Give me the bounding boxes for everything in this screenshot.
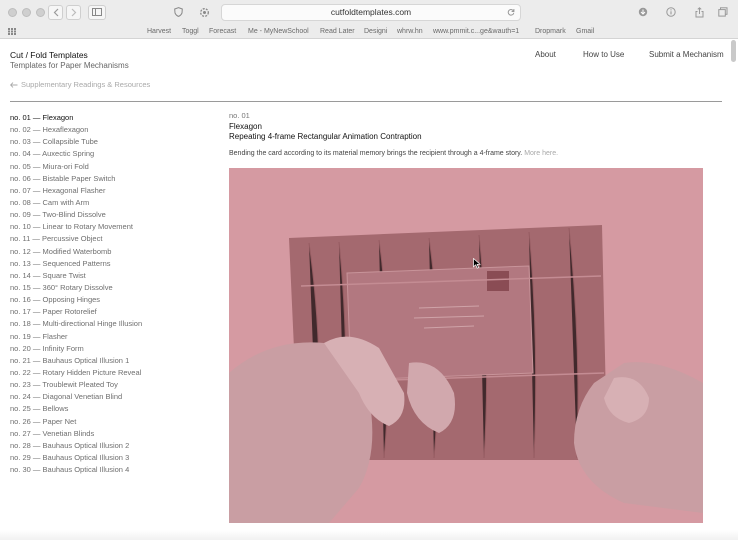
mechanism-list-item[interactable]: no. 12 — Modified Waterbomb bbox=[10, 246, 142, 258]
bookmark-item[interactable]: Forecast bbox=[209, 25, 236, 38]
bookmark-item[interactable]: Dropmark bbox=[535, 25, 566, 38]
site-title[interactable]: Cut / Fold Templates bbox=[10, 50, 88, 60]
close-window-button[interactable] bbox=[8, 8, 17, 17]
mechanism-list-item[interactable]: no. 30 — Bauhaus Optical Illusion 4 bbox=[10, 464, 142, 476]
nav-how-to-use[interactable]: How to Use bbox=[583, 50, 624, 59]
more-here-link[interactable]: More here. bbox=[524, 150, 558, 157]
bookmark-item[interactable]: Me - MyNewSchool bbox=[248, 25, 309, 38]
gear-icon bbox=[199, 8, 209, 17]
download-icon bbox=[638, 7, 648, 17]
info-icon bbox=[666, 7, 676, 17]
bookmark-item[interactable]: whrw.hn bbox=[397, 25, 423, 38]
mechanism-list-item[interactable]: no. 23 — Troublewit Pleated Toy bbox=[10, 379, 142, 391]
sidebar-icon bbox=[92, 8, 102, 16]
tabs-icon bbox=[718, 7, 728, 17]
extension-button[interactable] bbox=[196, 5, 212, 20]
share-button[interactable] bbox=[692, 5, 706, 20]
mechanism-list-item[interactable]: no. 26 — Paper Net bbox=[10, 416, 142, 428]
description-text: Bending the card according to its materi… bbox=[229, 150, 523, 157]
arrow-left-icon bbox=[9, 82, 18, 88]
mechanism-list-item[interactable]: no. 07 — Hexagonal Flasher bbox=[10, 185, 142, 197]
mechanism-list-item[interactable]: no. 01 — Flexagon bbox=[10, 112, 142, 124]
reload-icon[interactable] bbox=[507, 8, 515, 16]
bookmarks-bar: Harvest Toggl Forecast Me - MyNewSchool … bbox=[0, 25, 738, 38]
mechanism-list-item[interactable]: no. 04 — Auxectic Spring bbox=[10, 148, 142, 160]
back-link[interactable]: Supplementary Readings & Resources bbox=[9, 80, 151, 89]
mechanism-list-item[interactable]: no. 19 — Flasher bbox=[10, 331, 142, 343]
mechanism-list-item[interactable]: no. 03 — Collapsible Tube bbox=[10, 136, 142, 148]
detail-description: Bending the card according to its materi… bbox=[229, 150, 558, 157]
mechanism-list-item[interactable]: no. 17 — Paper Rotorelief bbox=[10, 306, 142, 318]
mechanism-list-item[interactable]: no. 08 — Cam with Arm bbox=[10, 197, 142, 209]
detail-number: no. 01 bbox=[229, 111, 250, 120]
minimize-window-button[interactable] bbox=[22, 8, 31, 17]
mechanism-list-item[interactable]: no. 13 — Sequenced Patterns bbox=[10, 258, 142, 270]
chevron-left-icon bbox=[53, 8, 58, 17]
mechanism-list-item[interactable]: no. 09 — Two-Blind Dissolve bbox=[10, 209, 142, 221]
bookmark-item[interactable]: Read Later bbox=[320, 25, 355, 38]
back-button[interactable] bbox=[48, 5, 63, 20]
page-bottom-edge bbox=[0, 530, 738, 540]
mechanism-list-item[interactable]: no. 28 — Bauhaus Optical Illusion 2 bbox=[10, 440, 142, 452]
window-controls bbox=[8, 8, 45, 17]
chevron-right-icon bbox=[71, 8, 76, 17]
mechanism-list-item[interactable]: no. 25 — Bellows bbox=[10, 403, 142, 415]
bookmark-item[interactable]: Gmail bbox=[576, 25, 594, 38]
sidebar-toggle-button[interactable] bbox=[88, 5, 106, 20]
zoom-window-button[interactable] bbox=[36, 8, 45, 17]
bookmark-item[interactable]: Designi bbox=[364, 25, 387, 38]
mechanism-list-item[interactable]: no. 24 — Diagonal Venetian Blind bbox=[10, 391, 142, 403]
mechanism-list-item[interactable]: no. 22 — Rotary Hidden Picture Reveal bbox=[10, 367, 142, 379]
nav-about[interactable]: About bbox=[535, 50, 556, 59]
mechanism-list-item[interactable]: no. 02 — Hexaflexagon bbox=[10, 124, 142, 136]
mechanism-list-item[interactable]: no. 10 — Linear to Rotary Movement bbox=[10, 221, 142, 233]
detail-subtitle: Repeating 4-frame Rectangular Animation … bbox=[229, 132, 422, 141]
mechanism-list-item[interactable]: no. 18 — Multi-directional Hinge Illusio… bbox=[10, 318, 142, 330]
bookmark-item[interactable]: www.pmmit.c...ge&wauth=1 bbox=[433, 25, 519, 38]
back-link-label: Supplementary Readings & Resources bbox=[21, 80, 151, 89]
mechanism-list-item[interactable]: no. 15 — 360° Rotary Dissolve bbox=[10, 282, 142, 294]
mechanism-list-item[interactable]: no. 27 — Venetian Blinds bbox=[10, 428, 142, 440]
bookmark-item[interactable]: Harvest bbox=[147, 25, 171, 38]
nav-submit-mechanism[interactable]: Submit a Mechanism bbox=[649, 50, 724, 59]
mechanism-list-item[interactable]: no. 14 — Square Twist bbox=[10, 270, 142, 282]
mechanism-video[interactable] bbox=[229, 168, 703, 523]
url-text: cutfoldtemplates.com bbox=[330, 7, 412, 17]
stamp-shape bbox=[487, 271, 509, 291]
mouse-cursor-icon bbox=[473, 258, 481, 269]
shield-icon bbox=[173, 7, 183, 17]
grid-icon[interactable] bbox=[8, 28, 16, 35]
mechanism-list-item[interactable]: no. 29 — Bauhaus Optical Illusion 3 bbox=[10, 452, 142, 464]
tabs-overview-button[interactable] bbox=[716, 5, 730, 20]
mechanism-list-item[interactable]: no. 20 — Infinity Form bbox=[10, 343, 142, 355]
page-scrollbar[interactable] bbox=[731, 40, 736, 62]
detail-title: Flexagon bbox=[229, 122, 262, 131]
mechanism-list-item[interactable]: no. 11 — Percussive Object bbox=[10, 233, 142, 245]
video-frame bbox=[229, 168, 703, 523]
mechanism-list-item[interactable]: no. 06 — Bistable Paper Switch bbox=[10, 173, 142, 185]
forward-button[interactable] bbox=[66, 5, 81, 20]
browser-toolbar: cutfoldtemplates.com bbox=[0, 0, 738, 25]
address-bar[interactable]: cutfoldtemplates.com bbox=[221, 4, 521, 21]
browser-chrome: cutfoldtemplates.com Harvest Toggl Forec… bbox=[0, 0, 738, 39]
mechanism-list-item[interactable]: no. 05 — Miura-ori Fold bbox=[10, 161, 142, 173]
bookmark-item[interactable]: Toggl bbox=[182, 25, 199, 38]
info-button[interactable] bbox=[664, 5, 678, 20]
header-divider bbox=[10, 101, 722, 102]
site-subtitle: Templates for Paper Mechanisms bbox=[10, 61, 129, 70]
mechanism-list-item[interactable]: no. 21 — Bauhaus Optical Illusion 1 bbox=[10, 355, 142, 367]
share-icon bbox=[695, 7, 703, 18]
mechanism-list: no. 01 — Flexagon no. 02 — Hexaflexagon no… bbox=[10, 112, 142, 476]
downloads-button[interactable] bbox=[636, 5, 650, 20]
privacy-shield-button[interactable] bbox=[170, 5, 186, 20]
mechanism-list-item[interactable]: no. 16 — Opposing Hinges bbox=[10, 294, 142, 306]
